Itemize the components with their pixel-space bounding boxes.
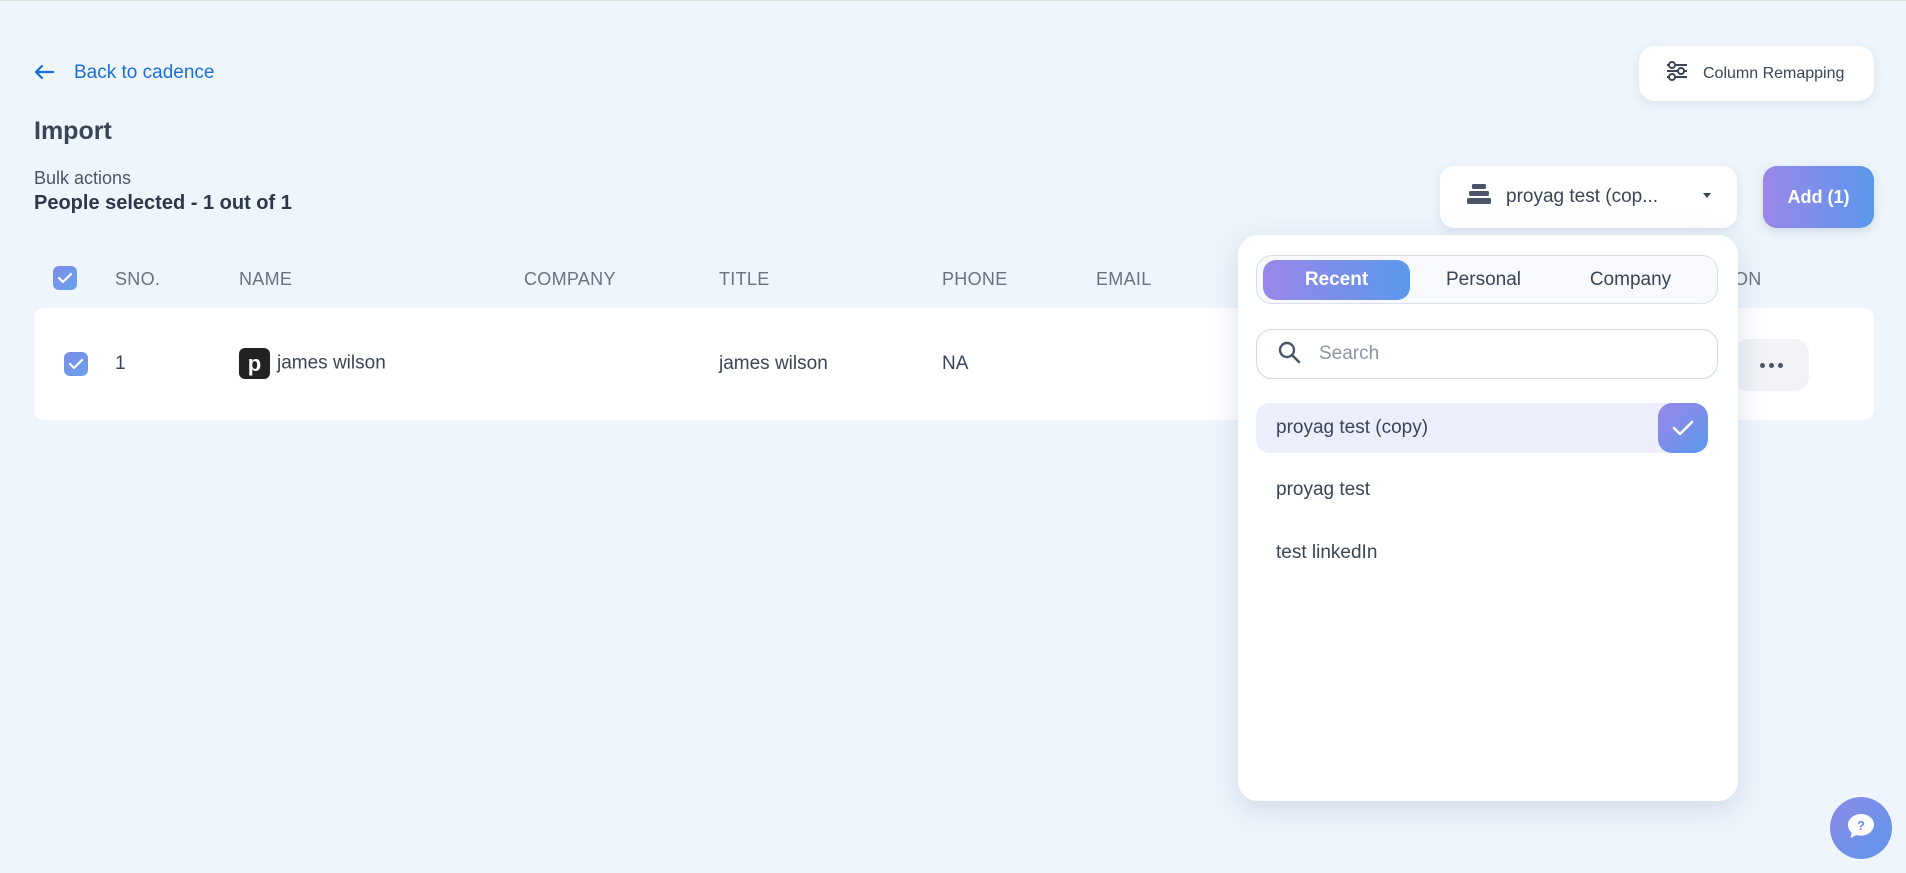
- row-title: james wilson: [719, 353, 828, 374]
- bulk-actions-label: Bulk actions: [34, 168, 132, 188]
- column-remapping-button[interactable]: Column Remapping: [1639, 46, 1874, 101]
- cadence-option[interactable]: proyag test: [1256, 465, 1748, 515]
- select-all-checkbox[interactable]: [53, 266, 77, 290]
- back-to-cadence-link[interactable]: Back to cadence: [34, 61, 214, 85]
- search-icon: [1277, 340, 1301, 369]
- more-options-button[interactable]: [1734, 339, 1809, 391]
- cadence-tabs: Recent Personal Company: [1256, 255, 1718, 304]
- column-header-name: NAME: [239, 269, 293, 289]
- row-name: james wilson: [277, 352, 386, 374]
- row-sno: 1: [115, 353, 126, 374]
- add-button[interactable]: Add (1): [1763, 166, 1874, 228]
- cadence-search-box: [1256, 329, 1718, 379]
- sliders-icon: [1665, 60, 1689, 87]
- caret-down-icon: [1703, 193, 1711, 198]
- column-header-company: COMPANY: [524, 269, 616, 289]
- back-link-label: Back to cadence: [74, 62, 215, 83]
- tab-personal[interactable]: Personal: [1410, 260, 1557, 300]
- tab-company[interactable]: Company: [1557, 260, 1704, 300]
- column-header-title: TITLE: [719, 269, 770, 289]
- column-header-email: EMAIL: [1096, 269, 1152, 289]
- check-icon: [1658, 403, 1708, 453]
- cadence-select[interactable]: proyag test (cop...: [1440, 166, 1737, 228]
- arrow-left-icon: [34, 61, 55, 85]
- cadence-dropdown: Recent Personal Company proyag test (cop…: [1238, 235, 1738, 801]
- svg-text:?: ?: [1857, 818, 1865, 833]
- column-header-sno: SNO.: [115, 269, 161, 289]
- pipedrive-logo-icon: p: [239, 348, 270, 379]
- row-name-cell[interactable]: p james wilson: [239, 348, 386, 379]
- people-selected-count: People selected - 1 out of 1: [34, 192, 292, 214]
- column-header-phone: PHONE: [942, 269, 1008, 289]
- cadence-search-input[interactable]: [1319, 343, 1679, 365]
- cadence-option-label: proyag test (copy): [1276, 417, 1429, 438]
- chat-question-icon: ?: [1846, 812, 1876, 845]
- page-title: Import: [34, 117, 112, 145]
- help-chat-button[interactable]: ?: [1830, 797, 1892, 859]
- column-header-action: ON: [1734, 269, 1762, 289]
- cadence-option[interactable]: proyag test (copy): [1256, 403, 1708, 453]
- cadence-option-label: test linkedIn: [1276, 542, 1378, 563]
- row-checkbox[interactable]: [64, 352, 88, 376]
- stack-icon: [1466, 183, 1492, 211]
- column-remapping-label: Column Remapping: [1703, 64, 1845, 82]
- cadence-select-value: proyag test (cop...: [1506, 186, 1659, 207]
- tab-recent[interactable]: Recent: [1263, 260, 1410, 300]
- more-horizontal-icon: [1760, 362, 1765, 368]
- cadence-option-label: proyag test: [1276, 479, 1370, 500]
- row-phone: NA: [942, 353, 969, 374]
- cadence-option[interactable]: test linkedIn: [1256, 528, 1748, 578]
